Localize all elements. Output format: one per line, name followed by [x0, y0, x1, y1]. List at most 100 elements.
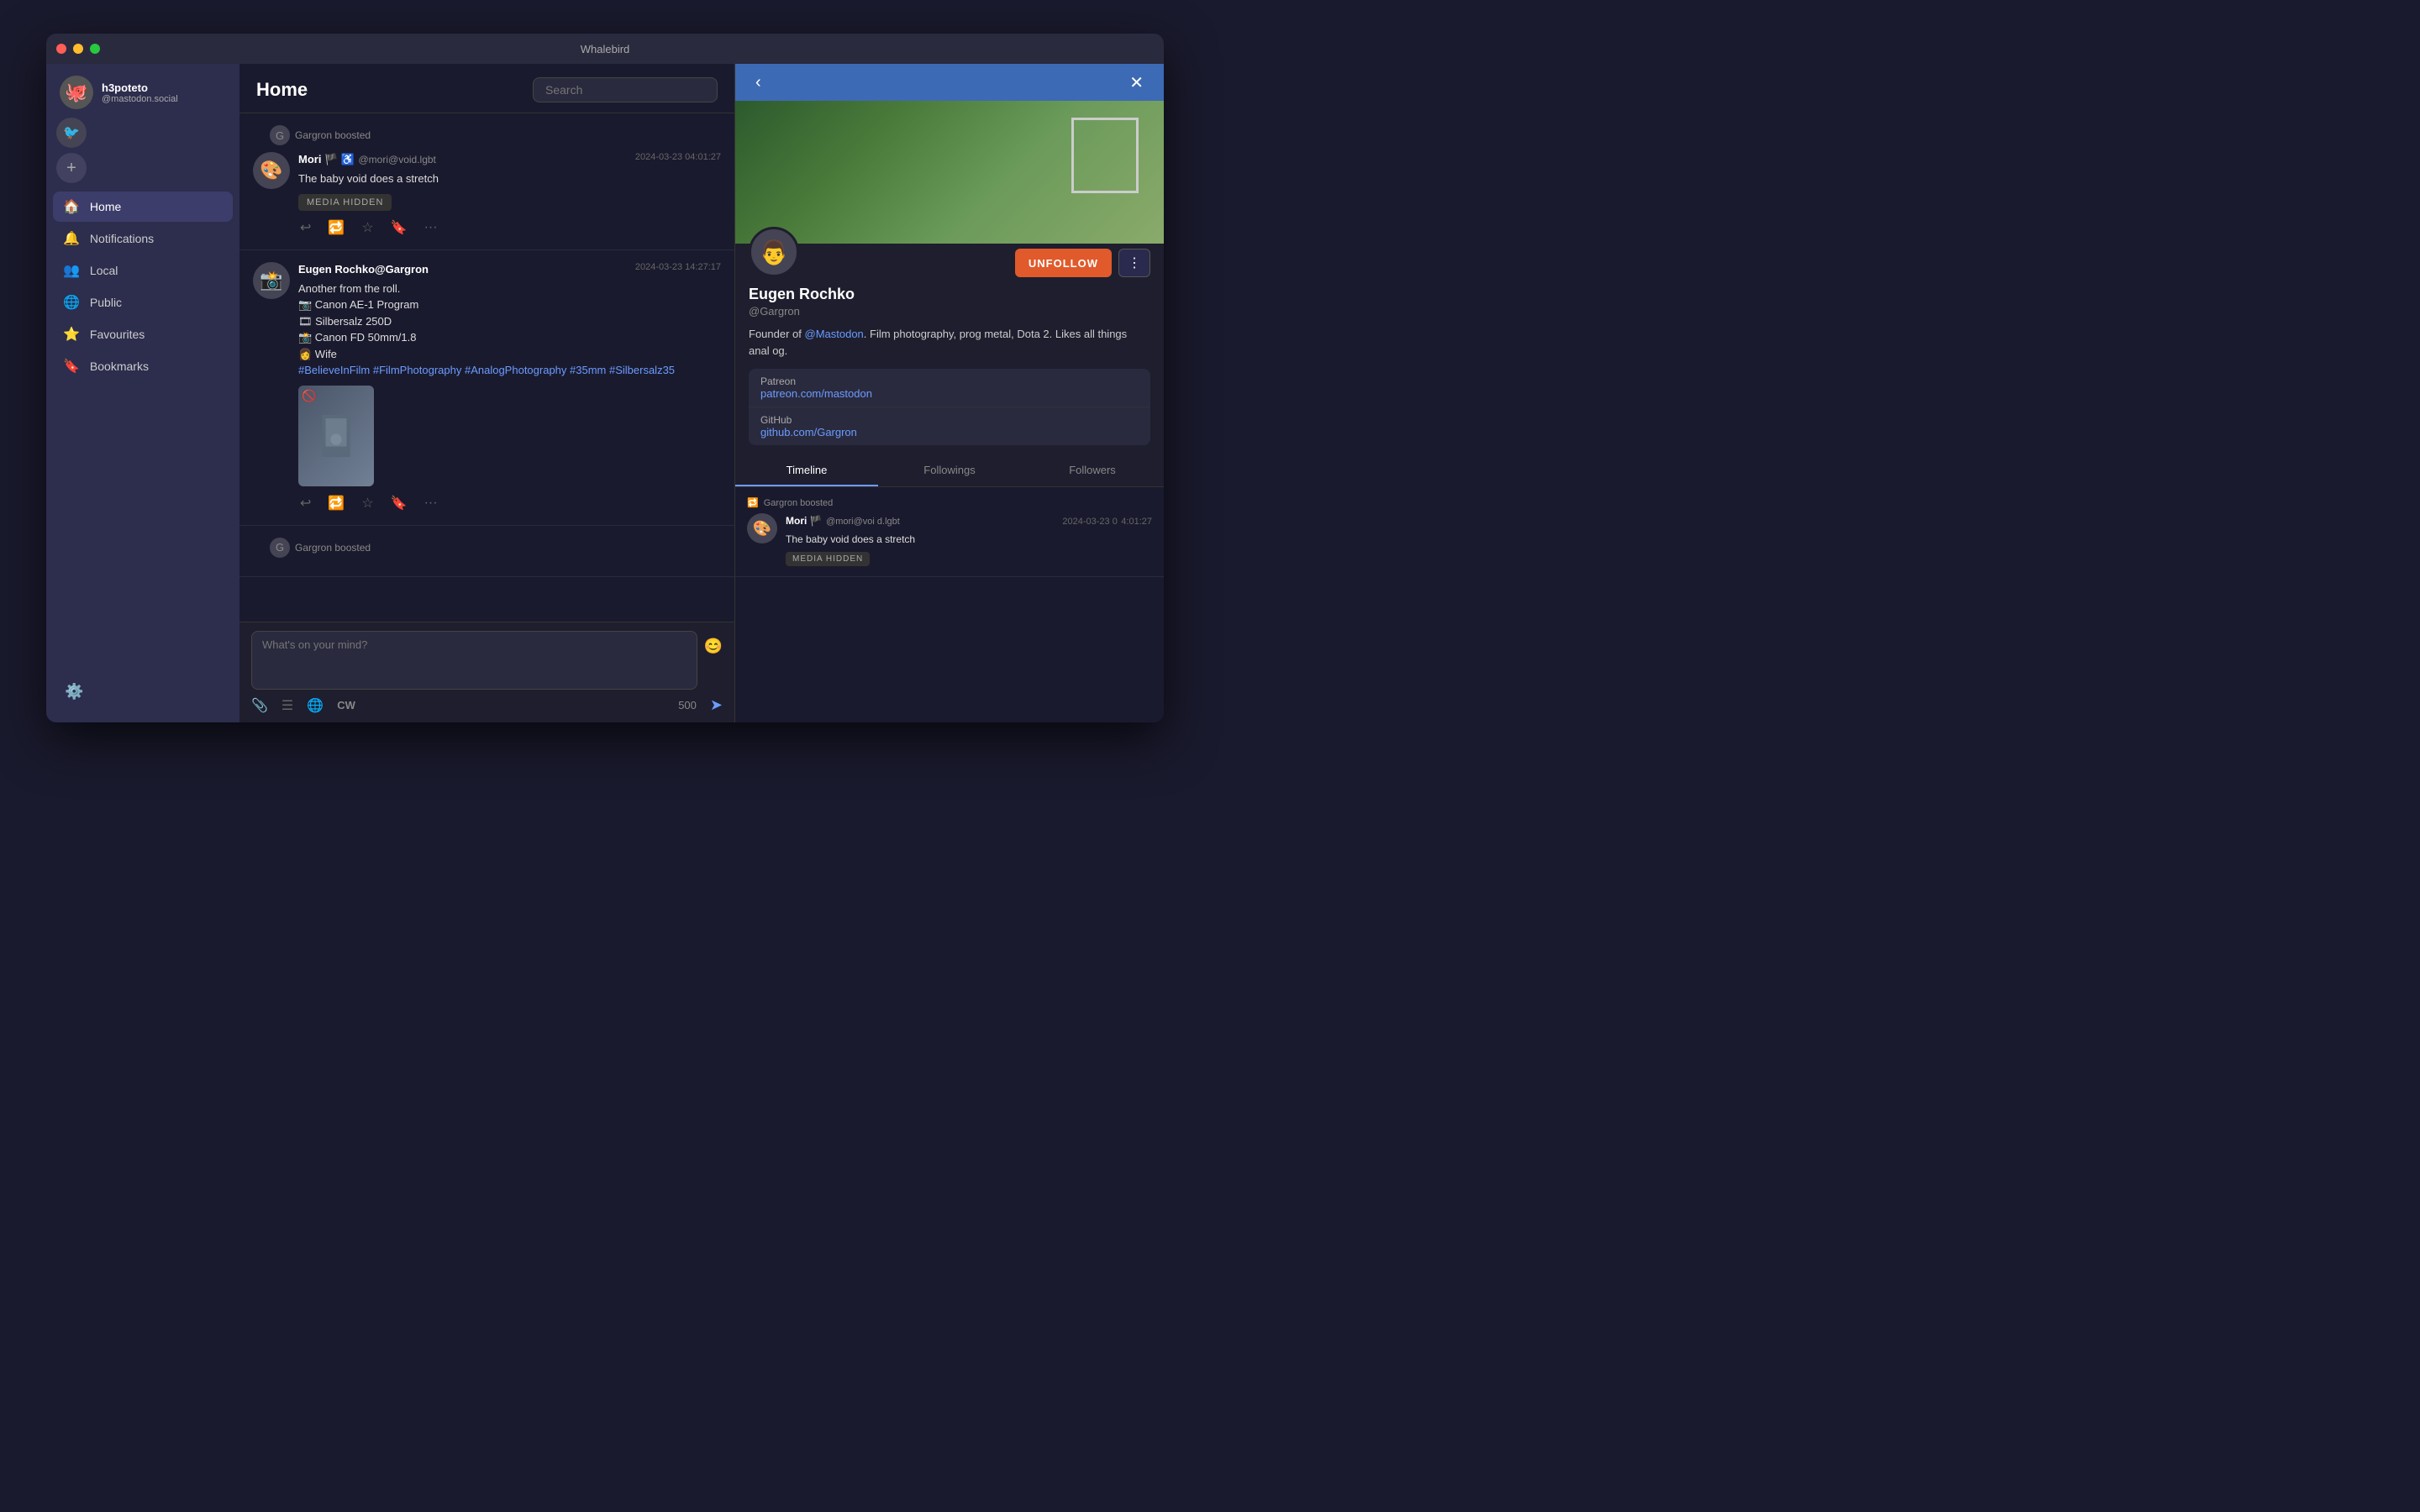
ppost-header: 🎨 Mori 🏴 @mori@voi d.lgbt: [747, 513, 1152, 566]
link-label: GitHub: [760, 414, 1139, 426]
compose-input-row: 😊: [239, 622, 734, 693]
list-button[interactable]: ☰: [281, 697, 293, 714]
close-window-button[interactable]: [56, 44, 66, 54]
boost-label: G Gargron boosted: [253, 125, 721, 145]
profile-info-section: 👨 UNFOLLOW ⋮ Eugen Rochko @Gargron Found…: [735, 244, 1164, 455]
ppost-body: Mori 🏴 @mori@voi d.lgbt 2024-03-23 0 4:0…: [786, 513, 1152, 566]
profile-tabs: Timeline Followings Followers: [735, 455, 1164, 487]
sidebar-item-notifications[interactable]: 🔔 Notifications: [53, 223, 233, 254]
post-header: Mori 🏴 ♿ @mori@void.lgbt 2024-03-23 04:0…: [298, 152, 721, 167]
emoji-picker-button[interactable]: 😊: [704, 631, 723, 655]
sidebar-item-label: Public: [90, 296, 122, 309]
profile-avatar-emoji: 👨: [760, 239, 789, 266]
post-body: Mori 🏴 ♿ @mori@void.lgbt 2024-03-23 04:0…: [298, 152, 721, 238]
profile-boost-label: 🔁 Gargron boosted: [747, 497, 1152, 508]
media-hidden-button[interactable]: MEDIA HIDDEN: [298, 194, 392, 211]
profile-banner: [735, 101, 1164, 244]
profile-bio: Founder of @Mastodon. Film photography, …: [749, 326, 1150, 359]
post-text: The baby void does a stretch: [298, 171, 721, 187]
tab-timeline[interactable]: Timeline: [735, 455, 878, 486]
search-input[interactable]: [533, 77, 718, 102]
more-button[interactable]: ···: [423, 494, 439, 512]
ppost-handle: @mori@voi d.lgbt: [826, 517, 900, 527]
send-button[interactable]: ➤: [710, 696, 723, 714]
add-account-button[interactable]: +: [56, 153, 87, 183]
settings-icon: ⚙️: [65, 683, 83, 701]
sidebar-item-public[interactable]: 🌐 Public: [53, 287, 233, 318]
reply-button[interactable]: ↩: [298, 218, 313, 238]
sidebar-item-label: Local: [90, 264, 118, 277]
boost-button[interactable]: 🔁: [326, 493, 346, 513]
favourite-button[interactable]: ☆: [360, 493, 375, 513]
more-options-button[interactable]: ⋮: [1118, 249, 1150, 277]
reply-button[interactable]: ↩: [298, 493, 313, 513]
bookmark-button[interactable]: 🔖: [389, 493, 409, 513]
globe-button[interactable]: 🌐: [307, 697, 324, 714]
post-author-info: Mori 🏴 ♿ @mori@void.lgbt: [298, 152, 436, 167]
avatar-emoji: 🐙: [65, 81, 87, 103]
char-count: 500: [678, 699, 697, 711]
primary-account[interactable]: 🐙 h3poteto @mastodon.social: [55, 72, 231, 113]
feed-column: Home G Gargron boosted 🎨: [239, 64, 735, 722]
favourites-icon: ⭐: [63, 326, 80, 343]
link-value[interactable]: github.com/Gargron: [760, 426, 1139, 438]
post-author-info: Eugen Rochko@Gargron: [298, 262, 429, 277]
attach-file-button[interactable]: 📎: [251, 697, 268, 714]
compose-textarea[interactable]: [251, 631, 697, 690]
profile-actions: UNFOLLOW ⋮: [1015, 249, 1150, 277]
maximize-window-button[interactable]: [90, 44, 100, 54]
ppost-author: Mori 🏴: [786, 515, 823, 527]
profile-links: Patreon patreon.com/mastodon GitHub gith…: [749, 369, 1150, 445]
tab-followings[interactable]: Followings: [878, 455, 1021, 486]
bookmark-button[interactable]: 🔖: [389, 218, 409, 238]
boost-icon: 🔁: [747, 497, 759, 508]
avatar: 🐙: [60, 76, 93, 109]
close-profile-button[interactable]: ✕: [1123, 69, 1150, 97]
user-accounts: 🐙 h3poteto @mastodon.social 🐦 +: [46, 72, 239, 192]
settings-button[interactable]: ⚙️: [60, 678, 226, 706]
sidebar-item-local[interactable]: 👥 Local: [53, 255, 233, 286]
link-value[interactable]: patreon.com/mastodon: [760, 387, 1139, 400]
post-main: 📸 Eugen Rochko@Gargron 2024-03-23 14:27:…: [253, 262, 721, 513]
ppost-meta: Mori 🏴 @mori@voi d.lgbt 2024-03-23 0 4:0…: [786, 513, 1152, 528]
back-button[interactable]: ‹: [749, 70, 768, 96]
unfollow-button[interactable]: UNFOLLOW: [1015, 249, 1112, 277]
media-hidden-small-button[interactable]: MEDIA HIDDEN: [786, 552, 870, 566]
nav-items: 🏠 Home 🔔 Notifications 👥 Local 🌐 Public …: [46, 192, 239, 669]
favourite-button[interactable]: ☆: [360, 218, 375, 238]
post-text: Another from the roll. 📷 Canon AE-1 Prog…: [298, 281, 721, 379]
post-handle: @mori@void.lgbt: [359, 154, 436, 165]
account-info: h3poteto @mastodon.social: [102, 81, 178, 104]
profile-post: 🔁 Gargron boosted 🎨 Mori 🏴: [735, 487, 1164, 577]
post-avatar-emoji: 🎨: [260, 160, 282, 181]
main-content: 🐙 h3poteto @mastodon.social 🐦 + 🏠: [46, 64, 1164, 722]
notifications-icon: 🔔: [63, 230, 80, 247]
tab-followers[interactable]: Followers: [1021, 455, 1164, 486]
sidebar-item-bookmarks[interactable]: 🔖 Bookmarks: [53, 351, 233, 381]
profile-link-github: GitHub github.com/Gargron: [749, 407, 1150, 445]
profile-name: Eugen Rochko: [749, 286, 1150, 303]
add-icon: +: [66, 159, 76, 178]
post-avatar-emoji: 📸: [260, 270, 282, 291]
secondary-account[interactable]: 🐦: [56, 118, 87, 148]
profile-avatar-row: 👨 UNFOLLOW ⋮: [749, 227, 1150, 277]
sidebar-item-favourites[interactable]: ⭐ Favourites: [53, 319, 233, 349]
feed-posts: G Gargron boosted 🎨 Mori 🏴 ♿ @mori@void.…: [239, 113, 734, 622]
content-warning-button[interactable]: CW: [337, 699, 355, 711]
main-window: Whalebird 🐙 h3poteto @mastodon.social 🐦: [46, 34, 1164, 722]
post-image[interactable]: 🚫: [298, 386, 374, 486]
post-avatar: 🎨: [253, 152, 290, 189]
sidebar-item-home[interactable]: 🏠 Home: [53, 192, 233, 222]
minimize-window-button[interactable]: [73, 44, 83, 54]
post-actions: ↩ 🔁 ☆ 🔖 ···: [298, 218, 721, 238]
profile-link-patreon: Patreon patreon.com/mastodon: [749, 369, 1150, 407]
post-body: Eugen Rochko@Gargron 2024-03-23 14:27:17…: [298, 262, 721, 513]
boost-button[interactable]: 🔁: [326, 218, 346, 238]
traffic-lights: [56, 44, 100, 54]
post: G Gargron boosted 🎨 Mori 🏴 ♿ @mori@void.…: [239, 113, 734, 250]
sidebar-item-label: Home: [90, 200, 121, 213]
profile-bio-mention[interactable]: @Mastodon: [805, 328, 864, 340]
compose-toolbar: 📎 ☰ 🌐 CW 500 ➤: [239, 693, 734, 722]
more-button[interactable]: ···: [423, 218, 439, 237]
ppost-avatar: 🎨: [747, 513, 777, 543]
